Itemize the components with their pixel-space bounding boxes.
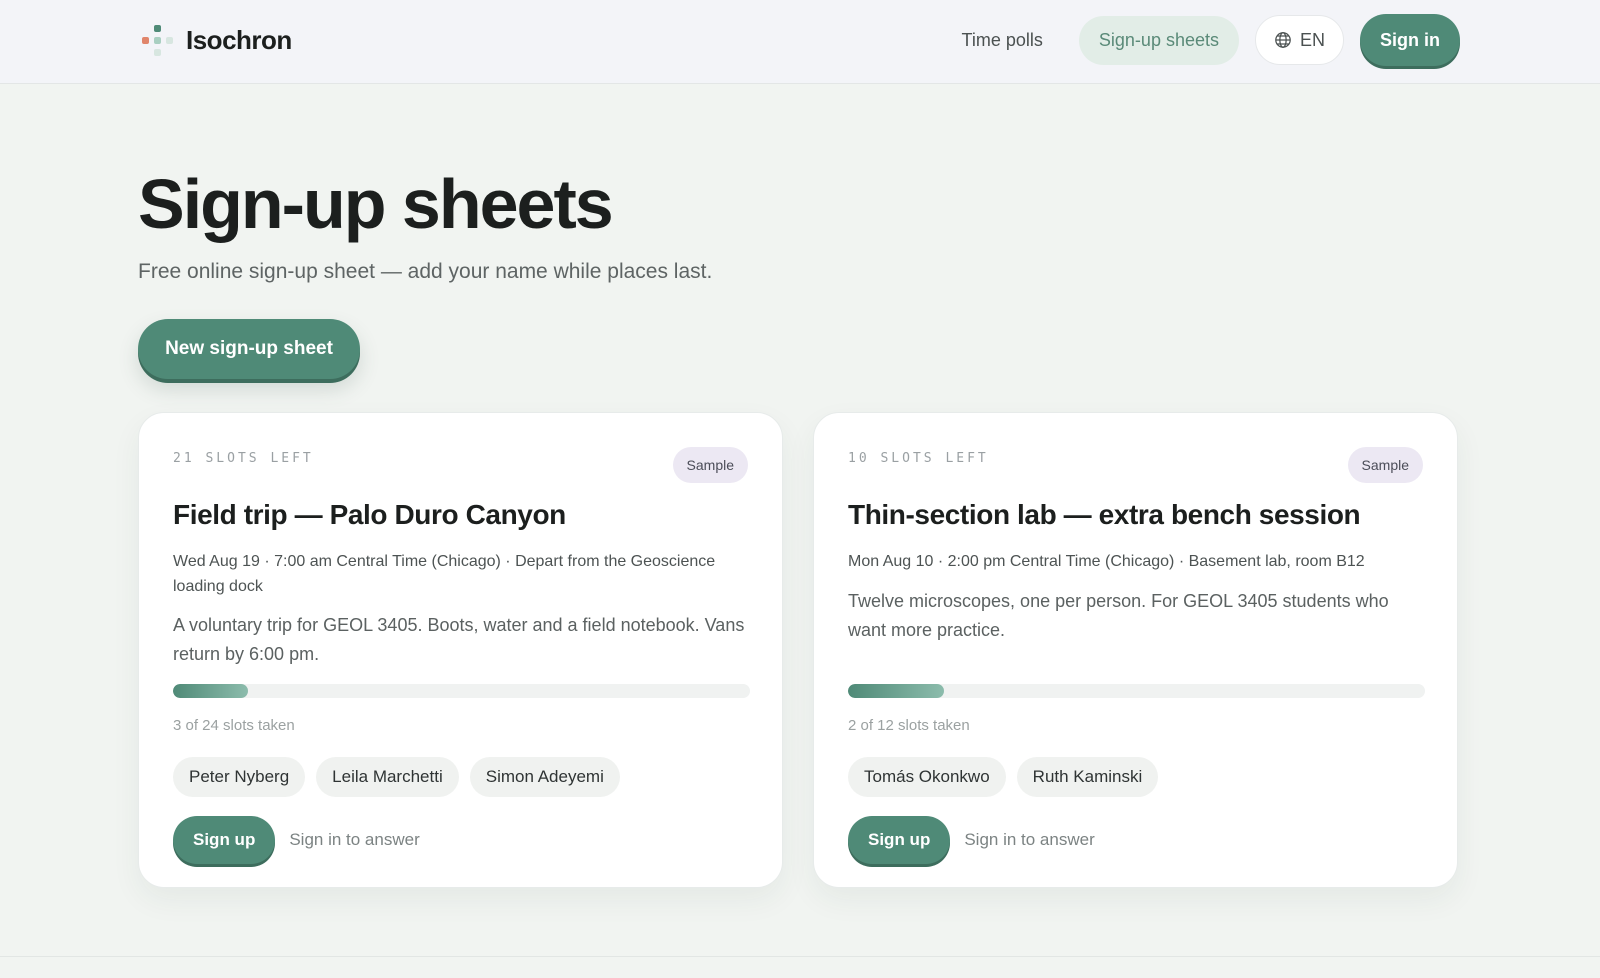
page-subtitle: Free online sign-up sheet — add your nam… [138, 260, 713, 283]
card-title[interactable]: Thin-section lab — extra bench session [848, 499, 1428, 531]
card-meta: Wed Aug 19 · 7:00 am Central Time (Chica… [173, 553, 716, 595]
card-description: Twelve microscopes, one per person. For … [848, 591, 1389, 640]
slots-taken-text: 3 of 24 slots taken [173, 717, 295, 734]
card-actions: Sign up Sign in to answer [848, 816, 1095, 864]
attendee-chip: Simon Adeyemi [469, 757, 620, 797]
attendee-chip: Ruth Kaminski [1016, 757, 1159, 797]
sign-up-button[interactable]: Sign up [848, 816, 951, 864]
slots-progress-fill [173, 684, 248, 698]
attendee-chip: Tomás Okonkwo [848, 757, 1006, 797]
footer-divider [0, 956, 1600, 957]
sample-badge: Sample [672, 447, 748, 483]
brand-logo[interactable]: Isochron [140, 20, 292, 60]
attendee-chip: Peter Nyberg [173, 757, 306, 797]
attendee-list: Tomás Okonkwo Ruth Kaminski [848, 757, 1159, 797]
sign-in-button[interactable]: Sign in [1360, 14, 1460, 66]
card-actions: Sign up Sign in to answer [173, 816, 420, 864]
sign-in-to-answer-link[interactable]: Sign in to answer [289, 830, 419, 850]
slots-taken-text: 2 of 12 slots taken [848, 717, 970, 734]
attendee-chip: Leila Marchetti [316, 757, 459, 797]
slots-progress-fill [848, 684, 945, 698]
slots-progress-bar [848, 684, 1425, 698]
sign-up-sheet-card: 10 slots left Sample Thin-section lab — … [813, 412, 1458, 888]
language-label: EN [1299, 29, 1325, 50]
card-description: A voluntary trip for GEOL 3405. Boots, w… [173, 615, 745, 664]
sign-in-to-answer-link[interactable]: Sign in to answer [964, 830, 1094, 850]
language-selector[interactable]: EN [1254, 15, 1344, 65]
sign-up-button[interactable]: Sign up [173, 816, 276, 864]
sign-up-sheet-card: 21 slots left Sample Field trip — Palo D… [138, 412, 783, 888]
main-nav: Time polls Sign-up sheets EN Sign in [942, 14, 1460, 66]
card-meta: Mon Aug 10 · 2:00 pm Central Time (Chica… [848, 553, 1365, 570]
slots-left-label: 10 slots left [848, 451, 989, 466]
nav-time-polls[interactable]: Time polls [942, 16, 1063, 65]
dots-logo-icon [140, 23, 174, 57]
sample-badge: Sample [1347, 447, 1423, 483]
attendee-list: Peter Nyberg Leila Marchetti Simon Adeye… [173, 757, 620, 797]
brand-name: Isochron [186, 24, 292, 55]
globe-icon [1275, 32, 1291, 48]
top-navigation-bar: Isochron Time polls Sign-up sheets EN Si… [0, 0, 1600, 84]
card-title[interactable]: Field trip — Palo Duro Canyon [173, 499, 753, 531]
new-sign-up-sheet-button[interactable]: New sign-up sheet [138, 319, 360, 379]
nav-sign-up-sheets[interactable]: Sign-up sheets [1078, 15, 1239, 65]
slots-left-label: 21 slots left [173, 451, 314, 466]
page-title: Sign-up sheets [138, 165, 614, 243]
slots-progress-bar [173, 684, 750, 698]
